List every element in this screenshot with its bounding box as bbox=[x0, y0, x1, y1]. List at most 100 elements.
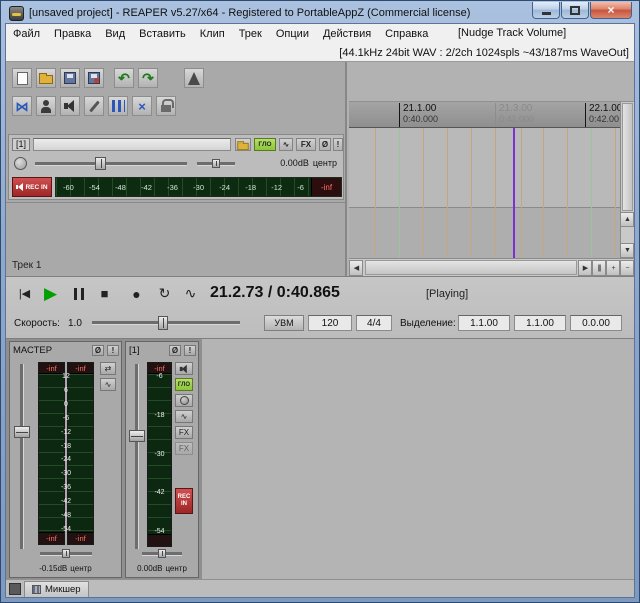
record-button[interactable]: ● bbox=[124, 281, 149, 306]
bpm-mode-button[interactable]: УВМ bbox=[264, 315, 304, 331]
track-pan-slider[interactable] bbox=[197, 159, 235, 168]
mixer-tab-icon bbox=[32, 585, 41, 594]
master-volume-fader[interactable] bbox=[14, 364, 30, 549]
master-mute-button[interactable] bbox=[60, 96, 80, 116]
zoom-fit-button[interactable]: ||| bbox=[592, 260, 606, 276]
playrate-slider[interactable] bbox=[92, 316, 240, 330]
window-content: Файл Правка Вид Вставить Клип Трек Опции… bbox=[5, 23, 635, 598]
scroll-up-button[interactable]: ▲ bbox=[620, 212, 634, 227]
pan-slider-thumb[interactable] bbox=[212, 159, 220, 168]
selection-start-field[interactable]: 1.1.00 bbox=[458, 315, 510, 331]
ripple-edit-button[interactable]: ⋈ bbox=[12, 96, 32, 116]
selection-end-field[interactable]: 1.1.00 bbox=[514, 315, 566, 331]
close-button[interactable]: × bbox=[590, 2, 632, 19]
route-button[interactable] bbox=[235, 138, 251, 151]
save-disk-icon bbox=[64, 72, 76, 84]
master-solo-button[interactable]: ! bbox=[107, 344, 119, 356]
track-name-field[interactable] bbox=[33, 138, 231, 151]
open-project-button[interactable] bbox=[36, 68, 56, 88]
menu-file[interactable]: Файл bbox=[6, 25, 47, 43]
track-volume-fader[interactable] bbox=[35, 157, 187, 170]
stop-button[interactable]: ■ bbox=[92, 281, 117, 306]
master-pan-slider[interactable] bbox=[40, 549, 92, 558]
selection-length-field[interactable]: 0.0.00 bbox=[570, 315, 622, 331]
menu-item[interactable]: Клип bbox=[193, 25, 232, 43]
grid-icon bbox=[111, 100, 125, 112]
mute-button[interactable]: Ø bbox=[319, 138, 331, 151]
pause-button[interactable] bbox=[66, 281, 91, 306]
menu-track[interactable]: Трек bbox=[232, 25, 269, 43]
vertical-scrollbar[interactable]: ▲ ▼ bbox=[620, 102, 634, 258]
scroll-left-button[interactable]: ◀ bbox=[349, 260, 363, 276]
track1-mute-button[interactable]: Ø bbox=[169, 344, 181, 356]
lock-button[interactable] bbox=[156, 96, 176, 116]
bpm-field[interactable]: 120 bbox=[308, 315, 352, 331]
track1-pan-thumb[interactable] bbox=[158, 549, 166, 558]
maximize-button[interactable] bbox=[561, 2, 589, 19]
hscroll-thumb[interactable] bbox=[365, 260, 577, 275]
scroll-down-button[interactable]: ▼ bbox=[620, 243, 634, 258]
arrange-view[interactable] bbox=[349, 128, 620, 258]
save-project-button[interactable] bbox=[60, 68, 80, 88]
timeline-ruler[interactable]: 21.1.00 0:40.000 21.3.00 0:41.000 22.1.0… bbox=[349, 102, 622, 128]
track1-volume-fader[interactable] bbox=[129, 364, 145, 549]
time-signature-field[interactable]: 4/4 bbox=[356, 315, 392, 331]
track1-record-input-button[interactable]: REC IN bbox=[175, 488, 193, 514]
menu-actions[interactable]: Действия bbox=[316, 25, 378, 43]
pencil-icon bbox=[88, 100, 100, 112]
menu-insert[interactable]: Вставить bbox=[132, 25, 193, 43]
horizontal-scrollbar[interactable]: ◀ ▶ ||| + − bbox=[349, 258, 634, 276]
zoom-in-button[interactable]: + bbox=[606, 260, 620, 276]
track1-pan-knob[interactable] bbox=[175, 394, 193, 407]
master-mute-button[interactable]: Ø bbox=[92, 344, 104, 356]
track1-solo-button[interactable]: ! bbox=[184, 344, 196, 356]
master-pan-thumb[interactable] bbox=[62, 549, 70, 558]
menu-help[interactable]: Справка bbox=[378, 25, 435, 43]
draw-mode-button[interactable] bbox=[84, 96, 104, 116]
record-arm-button[interactable] bbox=[14, 157, 27, 170]
mixer-tab-label: Микшер bbox=[45, 584, 81, 595]
repeat-button[interactable]: ↻ bbox=[152, 281, 177, 306]
grid-button[interactable] bbox=[108, 96, 128, 116]
autocrossfade-button[interactable]: × bbox=[132, 96, 152, 116]
track1-fx-button[interactable]: FX bbox=[175, 426, 193, 439]
track1-fx-bypass-button[interactable]: FX bbox=[175, 442, 193, 455]
docker-icon[interactable] bbox=[9, 583, 21, 595]
master-header: МАСТЕР Ø ! bbox=[13, 344, 119, 356]
master-route-button[interactable]: ⇄ bbox=[100, 362, 116, 375]
playrate-thumb[interactable] bbox=[158, 316, 168, 330]
mixer-tab[interactable]: Микшер bbox=[24, 581, 89, 597]
redo-button[interactable]: ↷ bbox=[138, 68, 158, 88]
track1-fader-thumb[interactable] bbox=[129, 430, 145, 442]
play-button[interactable]: ▶ bbox=[38, 281, 63, 306]
menu-options[interactable]: Опции bbox=[269, 25, 316, 43]
transport-time-display[interactable]: 21.2.73 / 0:40.865 bbox=[210, 284, 340, 302]
track-lane[interactable] bbox=[349, 128, 620, 208]
new-project-button[interactable] bbox=[12, 68, 32, 88]
zoom-out-button[interactable]: − bbox=[620, 260, 634, 276]
master-fader-thumb[interactable] bbox=[14, 426, 30, 438]
menu-view[interactable]: Вид bbox=[98, 25, 132, 43]
playrate-value[interactable]: 1.0 bbox=[68, 318, 82, 329]
scroll-right-button[interactable]: ▶ bbox=[578, 260, 592, 276]
fx-button[interactable]: FX bbox=[296, 138, 316, 151]
envelope-mode-button[interactable]: ∿ bbox=[178, 281, 203, 306]
track1-input-icon-button[interactable] bbox=[175, 362, 193, 375]
vscroll-thumb[interactable] bbox=[622, 103, 633, 211]
record-input-button[interactable]: REC IN bbox=[12, 177, 52, 197]
master-send-button[interactable]: ГЛО bbox=[254, 138, 276, 151]
track1-master-send-button[interactable]: ГЛО bbox=[175, 378, 193, 391]
solo-button[interactable]: ! bbox=[333, 138, 343, 151]
volume-fader-thumb[interactable] bbox=[95, 157, 106, 170]
undo-button[interactable]: ↶ bbox=[114, 68, 134, 88]
envelope-button[interactable]: ∿ bbox=[279, 138, 293, 151]
minimize-button[interactable] bbox=[532, 2, 560, 19]
master-env-button[interactable]: ∿ bbox=[100, 378, 116, 391]
metronome-button[interactable] bbox=[184, 68, 204, 88]
project-settings-button[interactable] bbox=[84, 68, 104, 88]
track1-pan-slider[interactable] bbox=[142, 549, 182, 558]
track1-env-button[interactable]: ∿ bbox=[175, 410, 193, 423]
go-to-start-button[interactable]: |◀ bbox=[12, 281, 37, 306]
menu-edit[interactable]: Правка bbox=[47, 25, 98, 43]
grouping-button[interactable] bbox=[36, 96, 56, 116]
